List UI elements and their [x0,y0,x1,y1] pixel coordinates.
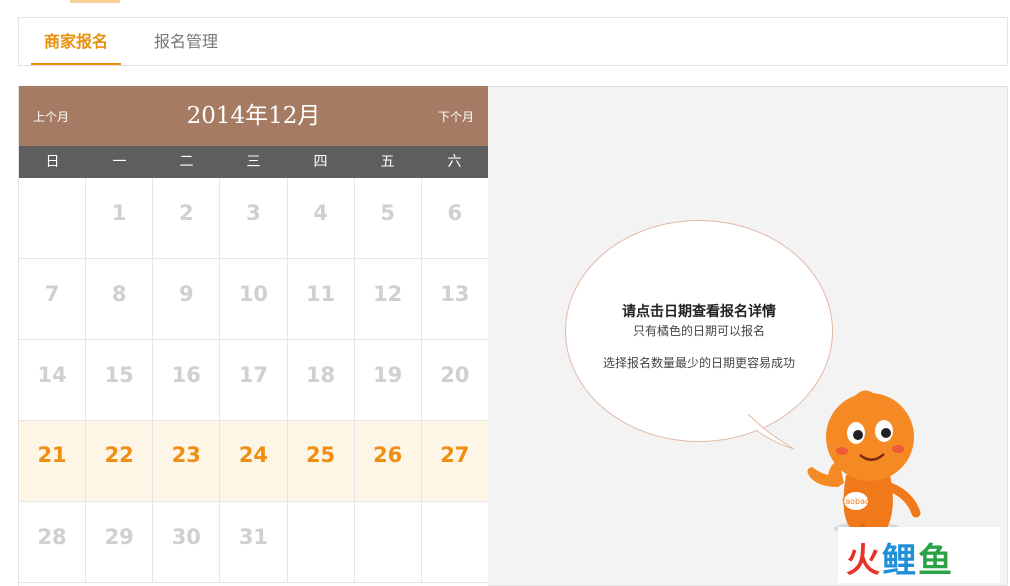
calendar-day: 10 [220,259,288,340]
calendar-day: 13 [421,259,488,340]
weekday-label: 四 [313,154,328,170]
calendar-day-available[interactable]: 22 [86,421,154,502]
speech-bubble: 请点击日期查看报名详情 只有橘色的日期可以报名 选择报名数量最少的日期更容易成功 [565,220,833,442]
weekday-label: 三 [246,154,261,170]
calendar-day-available[interactable]: 25 [287,421,355,502]
signup-calendar: 上个月 2014年12月 下个月 日一二三四五六 1 2 3 4 5 6 7 8 9 10 11 12… [18,86,488,586]
calendar-empty-cell [19,178,87,259]
calendar-day: 3 [220,178,288,259]
calendar-day: 17 [220,340,288,421]
weekday-header-row: 日一二三四五六 [19,146,488,178]
calendar-month-title: 2014年12月 [186,103,321,129]
weekday-label: 日 [45,154,60,170]
calendar-header: 上个月 2014年12月 下个月 [19,86,488,146]
weekday-label: 六 [447,154,462,170]
calendar-day-grid: 1 2 3 4 5 6 7 8 9 10 11 12 13 14 15 16 17 18 19 20 21 22 23 24 2… [19,178,488,583]
calendar-day: 7 [19,259,87,340]
watermark-char-3: 鱼 [918,541,954,581]
bubble-instruction: 请点击日期查看报名详情 [622,304,776,320]
calendar-day-available[interactable]: 23 [153,421,221,502]
calendar-day: 4 [287,178,355,259]
calendar-day-available[interactable]: 26 [354,421,422,502]
next-month-button[interactable]: 下个月 [438,86,474,148]
calendar-empty-cell [354,502,422,583]
calendar-empty-cell [287,502,355,583]
top-accent-strip [70,0,120,3]
calendar-day: 12 [354,259,422,340]
mascot-badge-text: taobao [842,497,870,506]
bubble-hint-least: 选择报名数量最少的日期更容易成功 [602,356,795,370]
tab-signup-management[interactable]: 报名管理 [141,18,231,65]
calendar-day: 8 [86,259,154,340]
calendar-day-available[interactable]: 24 [220,421,288,502]
calendar-day-available[interactable]: 21 [19,421,87,502]
calendar-day: 15 [86,340,154,421]
speech-bubble-tail [747,413,795,450]
calendar-day: 29 [86,502,154,583]
weekday-label: 一 [112,154,127,170]
calendar-day: 5 [354,178,422,259]
calendar-day: 1 [86,178,154,259]
calendar-day: 18 [287,340,355,421]
weekday-label: 五 [380,154,395,170]
taobao-mascot-icon: taobao [807,390,921,536]
watermark-char-1: 火 [846,541,882,581]
calendar-day-available[interactable]: 27 [421,421,488,502]
calendar-day: 28 [19,502,87,583]
calendar-empty-cell [421,502,488,583]
watermark-char-2: 鲤 [882,541,918,581]
bubble-hint-orange: 只有橘色的日期可以报名 [632,324,765,338]
calendar-day: 9 [153,259,221,340]
calendar-day: 30 [153,502,221,583]
calendar-day: 2 [153,178,221,259]
info-panel: 请点击日期查看报名详情 只有橘色的日期可以报名 选择报名数量最少的日期更容易成功… [488,86,1008,586]
calendar-day: 16 [153,340,221,421]
calendar-day: 11 [287,259,355,340]
calendar-day: 20 [421,340,488,421]
calendar-day: 31 [220,502,288,583]
calendar-day: 19 [354,340,422,421]
calendar-day: 14 [19,340,87,421]
tab-bar: 商家报名 报名管理 [18,17,1008,66]
weekday-label: 二 [179,154,194,170]
calendar-day: 6 [421,178,488,259]
tab-merchant-signup[interactable]: 商家报名 [31,18,121,65]
site-watermark: 火鲤鱼 [838,527,1000,583]
